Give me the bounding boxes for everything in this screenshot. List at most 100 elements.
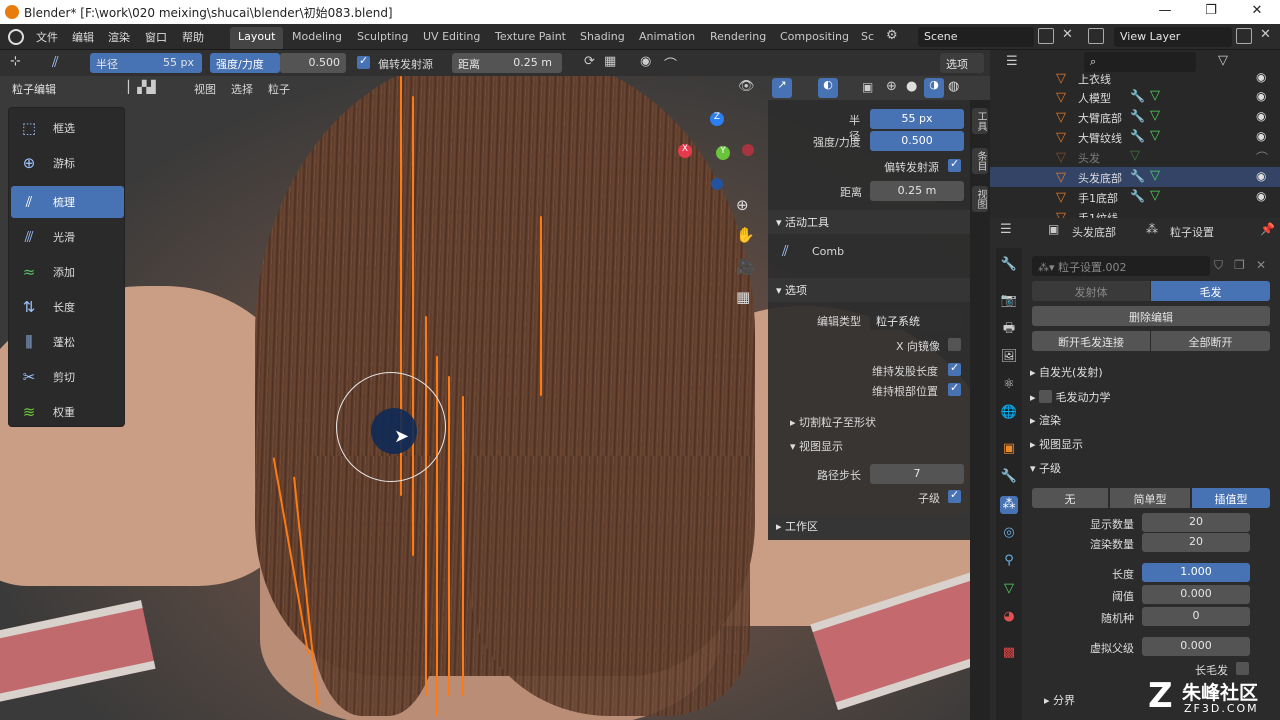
texture-tab-icon[interactable]: ▩ — [1000, 644, 1018, 662]
gizmo-x-axis[interactable]: X — [678, 144, 692, 158]
tool-cut[interactable]: ✂ 剪切 — [11, 361, 124, 393]
tool-cursor[interactable]: ⊕ 游标 — [11, 147, 124, 179]
filter-icon[interactable]: ▽ — [1218, 53, 1228, 68]
length-field[interactable]: 1.000 — [1142, 563, 1250, 582]
material-shading-icon[interactable]: ◑ — [924, 78, 944, 98]
tab-layout[interactable]: Layout — [230, 27, 284, 49]
x-mirror-checkbox[interactable] — [948, 338, 961, 351]
keep-length-checkbox[interactable] — [948, 361, 961, 376]
outliner-row[interactable]: ▽ 上衣线 ◉ — [990, 68, 1280, 88]
eye-hidden-icon[interactable]: ⌒ — [1256, 149, 1268, 166]
child-type-none[interactable]: 无 — [1032, 488, 1108, 508]
edit-type-dropdown[interactable]: 粒子系统 — [870, 310, 964, 330]
tool-tab-icon[interactable]: 🔧 — [1000, 256, 1018, 274]
virtual-parents-field[interactable]: 0.000 — [1142, 637, 1250, 656]
menu-edit[interactable]: 编辑 — [72, 29, 94, 45]
falloff-icon[interactable]: ⌒ — [664, 54, 677, 73]
tab-uv-editing[interactable]: UV Editing — [415, 27, 488, 49]
view-layer-tab-icon[interactable]: 🖼 — [1000, 348, 1018, 366]
new-scene-icon[interactable] — [1038, 28, 1054, 44]
zoom-icon[interactable]: ⊕ — [736, 196, 749, 214]
cut-shape-subpanel[interactable]: ▸ 切割粒子至形状 — [790, 414, 876, 430]
eye-icon[interactable]: ◉ — [1256, 109, 1266, 123]
maximize-button[interactable]: ❐ — [1188, 0, 1234, 24]
outliner-row-active[interactable]: ▽ 头发底部 🔧 ▽ ◉ — [990, 167, 1280, 187]
tab-rendering[interactable]: Rendering — [702, 27, 774, 49]
tool-add[interactable]: ≈ 添加 — [11, 256, 124, 288]
object-tab-icon[interactable]: ▣ — [1000, 440, 1018, 458]
data-tab-icon[interactable]: ▽ — [1000, 580, 1018, 598]
np-radius-field[interactable]: 55 px — [870, 109, 964, 129]
new-view-layer-icon[interactable] — [1236, 28, 1252, 44]
material-tab-icon[interactable]: ◕ — [1000, 608, 1018, 626]
tab-compositing[interactable]: Compositing — [772, 27, 857, 49]
tab-animation[interactable]: Animation — [631, 27, 703, 49]
section-clumping[interactable]: ▸ 分界 — [1044, 692, 1075, 708]
disconnect-hair-button[interactable]: 断开毛发连接 — [1032, 331, 1150, 351]
section-emission[interactable]: ▸ 自发光(发射) — [1030, 364, 1103, 380]
viewport-display-subpanel[interactable]: ▾ 视图显示 — [790, 438, 843, 454]
child-type-simple[interactable]: 简单型 — [1110, 488, 1190, 508]
remove-view-layer-icon[interactable]: ✕ — [1260, 27, 1271, 42]
world-tab-icon[interactable]: 🌐 — [1000, 404, 1018, 422]
section-hair-dynamics[interactable]: ▸ 毛发动力学 — [1030, 388, 1111, 405]
view-layer-field[interactable]: View Layer — [1114, 27, 1232, 47]
select-mode-icons[interactable]: ▏▞▟ — [128, 80, 156, 94]
tool-box-select[interactable]: ⬚ 框选 — [11, 112, 124, 144]
tool-settings-icon[interactable]: ⊹ — [10, 54, 21, 69]
tool-length[interactable]: ⇅ 长度 — [11, 291, 124, 323]
options-header[interactable]: ▾ 选项 — [768, 278, 970, 302]
tab-item[interactable]: 条目 — [972, 148, 988, 174]
scene-icon[interactable]: ⚙ — [886, 28, 898, 43]
outliner-row[interactable]: ▽手1纹线 — [990, 207, 1280, 218]
particles-tab-icon[interactable]: ⁂ — [1000, 496, 1018, 514]
grid-icon[interactable]: ▦ — [604, 54, 616, 69]
proportional-icon[interactable]: ◉ — [640, 54, 651, 69]
pin-icon[interactable]: 📌 — [1260, 222, 1275, 236]
radius-field[interactable]: 半径 55 px — [90, 53, 202, 73]
menu-window[interactable]: 窗口 — [145, 29, 167, 45]
tab-texture-paint[interactable]: Texture Paint — [487, 27, 574, 49]
tab-tool[interactable]: 工具 — [972, 108, 988, 134]
solid-shading-icon[interactable]: ● — [906, 79, 917, 94]
eye-icon[interactable]: ◉ — [1256, 129, 1266, 143]
np-deflect-checkbox[interactable] — [948, 157, 961, 172]
particle-settings-selector[interactable]: ⁂▾ 粒子设置.002 — [1032, 256, 1210, 276]
close-button[interactable]: ✕ — [1234, 0, 1280, 24]
output-tab-icon[interactable]: 🖶 — [1000, 320, 1018, 338]
tool-smooth[interactable]: ⫻ 光滑 — [11, 221, 124, 253]
scene-field[interactable]: Scene — [918, 27, 1034, 47]
distance-field[interactable]: 距离 0.25 m — [452, 53, 562, 73]
outliner-display-mode-icon[interactable]: ☰ — [1006, 54, 1018, 69]
particle-menu[interactable]: 粒子 — [268, 81, 290, 97]
tool-weight[interactable]: ≋ 权重 — [11, 396, 124, 428]
rendered-shading-icon[interactable]: ◍ — [948, 79, 959, 94]
children-checkbox[interactable] — [948, 488, 961, 503]
view-menu[interactable]: 视图 — [194, 81, 216, 97]
np-strength-field[interactable]: 0.500 — [870, 131, 964, 151]
unlink-icon[interactable]: ✕ — [1256, 258, 1266, 272]
path-steps-field[interactable]: 7 — [870, 464, 964, 484]
keep-root-checkbox[interactable] — [948, 381, 961, 396]
camera-icon[interactable]: 🎥 — [736, 258, 755, 276]
deflect-emitter-checkbox[interactable] — [357, 54, 370, 69]
hair-dynamics-checkbox[interactable] — [1039, 390, 1053, 403]
type-emitter-button[interactable]: 发射体 — [1032, 281, 1150, 301]
tab-shading[interactable]: Shading — [572, 27, 633, 49]
properties-editor-type-icon[interactable]: ☰ — [1000, 222, 1012, 237]
delete-edit-button[interactable]: 删除编辑 — [1032, 306, 1270, 326]
scene-tab-icon[interactable]: ⚛ — [1000, 376, 1018, 394]
grid-view-icon[interactable]: ▦ — [736, 288, 750, 306]
menu-render[interactable]: 渲染 — [108, 29, 130, 45]
gizmo-y-axis[interactable]: Y — [716, 146, 730, 160]
constraints-tab-icon[interactable]: ⚲ — [1000, 552, 1018, 570]
pan-hand-icon[interactable]: ✋ — [736, 226, 755, 244]
eye-icon[interactable]: ◉ — [1256, 169, 1266, 183]
gizmo-toggle-icon[interactable]: ↗ — [772, 78, 792, 98]
xray-icon[interactable]: ▣ — [862, 80, 873, 94]
section-children[interactable]: ▾ 子级 — [1030, 460, 1061, 476]
seed-field[interactable]: 0 — [1142, 607, 1250, 626]
outliner-row[interactable]: ▽ 大臂底部 🔧 ▽ ◉ — [990, 107, 1280, 127]
outliner-row[interactable]: ▽ 头发 ▽ ⌒ — [990, 147, 1280, 167]
minimize-button[interactable]: — — [1142, 0, 1188, 24]
